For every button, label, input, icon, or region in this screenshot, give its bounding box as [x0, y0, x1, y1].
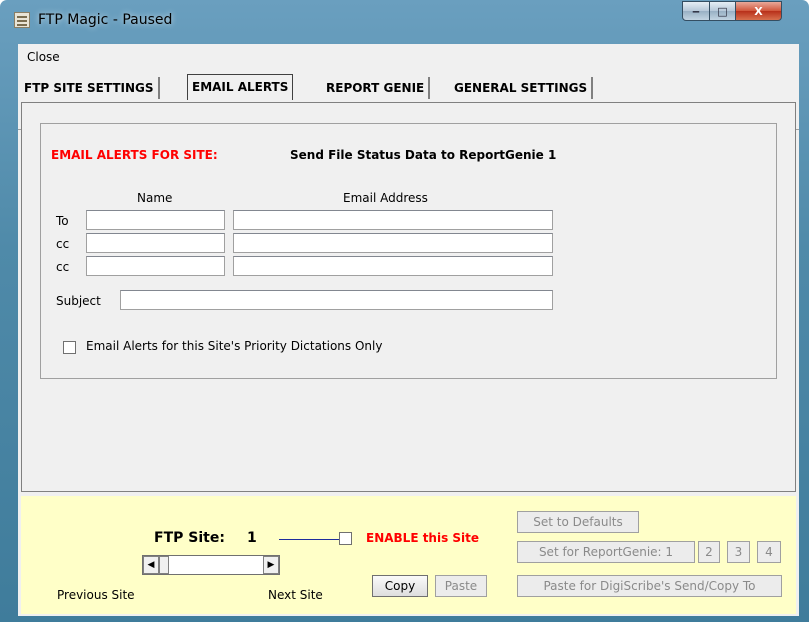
- menu-close[interactable]: Close: [27, 50, 60, 64]
- name-column-header: Name: [137, 191, 173, 205]
- client-area: Close FTP SITE SETTINGS EMAIL ALERTS REP…: [18, 44, 799, 616]
- reportgenie-3-button[interactable]: 3: [727, 541, 750, 563]
- tab-strip: FTP SITE SETTINGS EMAIL ALERTS REPORT GE…: [18, 74, 799, 130]
- subject-field[interactable]: [120, 290, 553, 310]
- cc1-name-field[interactable]: [86, 233, 225, 253]
- priority-only-label: Email Alerts for this Site's Priority Di…: [86, 339, 383, 353]
- ftp-site-label: FTP Site:: [154, 530, 225, 546]
- scroll-thumb[interactable]: [159, 556, 169, 574]
- subject-label: Subject: [56, 294, 101, 308]
- site-scrollbar[interactable]: ◀ ▶: [142, 555, 280, 575]
- scroll-left-icon[interactable]: ◀: [143, 556, 159, 574]
- window-title: FTP Magic - Paused: [38, 12, 173, 28]
- tab-report-genie[interactable]: REPORT GENIE: [322, 77, 431, 99]
- tab-email-alerts[interactable]: EMAIL ALERTS: [187, 74, 294, 100]
- email-column-header: Email Address: [343, 191, 428, 205]
- paste-for-digiscribe-button[interactable]: Paste for DigiScribe's Send/Copy To: [517, 575, 782, 597]
- reportgenie-2-button[interactable]: 2: [698, 541, 720, 563]
- title-bar[interactable]: FTP Magic - Paused ‒ □ X: [0, 0, 809, 44]
- set-to-defaults-button[interactable]: Set to Defaults: [517, 511, 639, 533]
- email-alerts-group: EMAIL ALERTS FOR SITE: Send File Status …: [40, 123, 777, 379]
- previous-site-label: Previous Site: [57, 588, 135, 602]
- enable-site-checkbox[interactable]: [339, 532, 352, 545]
- site-navigation-panel: FTP Site: 1 ENABLE this Site Previous Si…: [21, 496, 796, 614]
- cc2-label: cc: [56, 260, 70, 274]
- tab-ftp-site-settings[interactable]: FTP SITE SETTINGS: [20, 77, 160, 99]
- to-email-field[interactable]: [233, 210, 553, 230]
- close-window-button[interactable]: X: [735, 1, 782, 21]
- copy-button[interactable]: Copy: [372, 575, 428, 597]
- to-name-field[interactable]: [86, 210, 225, 230]
- menu-bar: Close: [18, 46, 799, 66]
- ftp-site-number: 1: [247, 530, 257, 546]
- to-label: To: [56, 214, 69, 228]
- minimize-button[interactable]: ‒: [682, 1, 710, 21]
- reportgenie-4-button[interactable]: 4: [757, 541, 781, 563]
- cc2-name-field[interactable]: [86, 256, 225, 276]
- next-site-label: Next Site: [268, 588, 323, 602]
- scroll-right-icon[interactable]: ▶: [263, 556, 279, 574]
- enable-site-label: ENABLE this Site: [366, 531, 480, 545]
- paste-button[interactable]: Paste: [435, 575, 487, 597]
- maximize-button[interactable]: □: [709, 1, 736, 21]
- set-for-reportgenie-1-button[interactable]: Set for ReportGenie: 1: [517, 541, 695, 563]
- connector-line: [279, 539, 339, 540]
- site-name-label: Send File Status Data to ReportGenie 1: [290, 148, 557, 162]
- tab-general-settings[interactable]: GENERAL SETTINGS: [450, 77, 594, 99]
- priority-only-checkbox[interactable]: [63, 341, 76, 354]
- app-icon: [14, 12, 30, 28]
- cc1-email-field[interactable]: [233, 233, 553, 253]
- cc2-email-field[interactable]: [233, 256, 553, 276]
- email-alerts-heading: EMAIL ALERTS FOR SITE:: [51, 148, 218, 162]
- cc1-label: cc: [56, 237, 70, 251]
- application-window: FTP Magic - Paused ‒ □ X Close FTP SITE …: [0, 0, 809, 622]
